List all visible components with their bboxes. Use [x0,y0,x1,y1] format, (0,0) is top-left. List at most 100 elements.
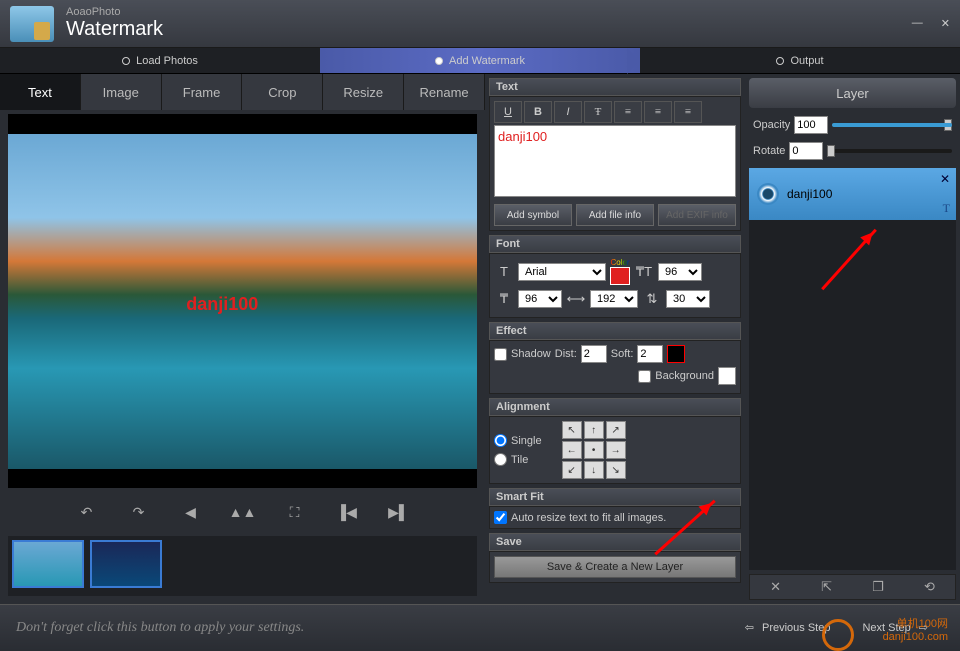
footer-hint: Don't forget click this button to apply … [16,620,729,636]
font-width-icon: ⟷ [566,289,586,309]
thumbnail-strip [8,536,477,596]
line-height-icon: ⇅ [642,289,662,309]
alignment-grid: ↖↑↗ ←•→ ↙↓↘ [562,421,626,479]
align-r[interactable]: → [606,441,626,459]
layer-item[interactable]: danji100 ✕ T [749,168,956,220]
visibility-icon[interactable] [757,183,779,205]
tab-resize[interactable]: Resize [323,74,404,110]
arrow-left-icon: ⇦ [745,621,754,634]
rotate-left-icon[interactable]: ↶ [76,501,98,523]
align-t[interactable]: ↑ [584,421,604,439]
annotation-arrow [821,229,877,290]
rotate-input[interactable] [789,142,823,160]
step-load[interactable]: Load Photos [0,48,320,73]
align-br[interactable]: ↘ [606,461,626,479]
align-tr[interactable]: ↗ [606,421,626,439]
opacity-input[interactable] [794,116,828,134]
next-image-icon[interactable]: ▶▌ [388,501,410,523]
layer-panel-header: Layer [749,78,956,108]
minimize-icon[interactable]: — [912,17,923,30]
font-size-icon: ₸T [634,262,654,282]
align-center-button[interactable]: ≡ [644,101,672,123]
align-single-radio[interactable]: Single [494,434,542,447]
bold-button[interactable]: B [524,101,552,123]
font-color-swatch[interactable] [610,267,630,285]
section-smartfit-header: Smart Fit [489,488,741,506]
align-c[interactable]: • [584,441,604,459]
align-left-button[interactable]: ≡ [614,101,642,123]
align-right-button[interactable]: ≡ [674,101,702,123]
rotate-slider[interactable] [827,149,952,153]
tool-tabs: Text Image Frame Crop Resize Rename [0,74,485,110]
fullscreen-icon[interactable]: ⛶ [284,501,306,523]
background-checkbox[interactable]: Background [638,370,714,383]
font-w-select[interactable]: 192 [590,290,638,308]
font-height-icon: ₸ [494,289,514,309]
tab-rename[interactable]: Rename [404,74,485,110]
step-nav: Load Photos Add Watermark Output [0,48,960,74]
layer-export-button[interactable]: ⇱ [821,579,832,595]
layer-type-icon: T [943,201,950,216]
step-output[interactable]: Output [640,48,960,73]
watermark-text-input[interactable]: danji100 [494,125,736,197]
section-text-header: Text [489,78,741,96]
align-bl[interactable]: ↙ [562,461,582,479]
section-save-header: Save [489,533,741,551]
preview-controls: ↶ ↷ ◀ ▲▲ ⛶ ▐◀ ▶▌ [0,496,485,528]
add-exif-button: Add EXIF info [658,204,736,226]
opacity-slider[interactable] [832,123,952,127]
shadow-soft-input[interactable] [637,345,663,363]
prev-image-icon[interactable]: ▐◀ [336,501,358,523]
section-alignment-header: Alignment [489,398,741,416]
layer-duplicate-button[interactable]: ❐ [872,579,884,595]
section-effect-header: Effect [489,322,741,340]
titlebar: AoaoPhoto Watermark — ✕ [0,0,960,48]
shadow-color-swatch[interactable] [667,345,685,363]
layer-tools: ✕ ⇱ ❐ ⟲ [749,574,956,600]
font-h-select[interactable]: 96 [518,290,562,308]
align-l[interactable]: ← [562,441,582,459]
thumbnail[interactable] [90,540,162,588]
tab-crop[interactable]: Crop [242,74,323,110]
save-layer-button[interactable]: Save & Create a New Layer [494,556,736,578]
layer-import-button[interactable]: ⟲ [924,579,935,595]
footer: Don't forget click this button to apply … [0,604,960,650]
line-h-select[interactable]: 30 [666,290,710,308]
preview-area: danji100 [8,114,477,488]
underline-button[interactable]: U [494,101,522,123]
site-logo-icon [822,619,854,651]
flip-h-icon[interactable]: ◀ [180,501,202,523]
step-add-watermark[interactable]: Add Watermark [320,48,640,73]
app-logo [10,6,54,42]
bg-color-swatch[interactable] [718,367,736,385]
rotate-right-icon[interactable]: ↷ [128,501,150,523]
flip-v-icon[interactable]: ▲▲ [232,501,254,523]
watermark-overlay[interactable]: danji100 [186,294,258,315]
tab-image[interactable]: Image [81,74,162,110]
add-file-info-button[interactable]: Add file info [576,204,654,226]
align-b[interactable]: ↓ [584,461,604,479]
shadow-checkbox[interactable]: Shadow [494,348,551,361]
next-step-button[interactable]: Next Step⇨ 单机100网 danji100.com [846,621,944,634]
tab-frame[interactable]: Frame [162,74,243,110]
shadow-dist-input[interactable] [581,345,607,363]
layer-delete-icon[interactable]: ✕ [940,172,950,186]
brand-name: AoaoPhoto [66,6,912,18]
font-family-icon: T [494,262,514,282]
tab-text[interactable]: Text [0,74,81,110]
close-icon[interactable]: ✕ [941,17,950,30]
section-font-header: Font [489,235,741,253]
italic-button[interactable]: I [554,101,582,123]
preview-image: danji100 [8,134,477,469]
layer-delete-button[interactable]: ✕ [770,579,781,595]
font-size-select[interactable]: 96 [658,263,702,281]
layer-list: danji100 ✕ T [749,168,956,570]
auto-resize-checkbox[interactable]: Auto resize text to fit all images. [494,511,736,524]
strikethrough-button[interactable]: Ŧ [584,101,612,123]
app-name: Watermark [66,18,912,41]
add-symbol-button[interactable]: Add symbol [494,204,572,226]
thumbnail[interactable] [12,540,84,588]
align-tile-radio[interactable]: Tile [494,453,542,466]
align-tl[interactable]: ↖ [562,421,582,439]
font-family-select[interactable]: Arial [518,263,606,281]
